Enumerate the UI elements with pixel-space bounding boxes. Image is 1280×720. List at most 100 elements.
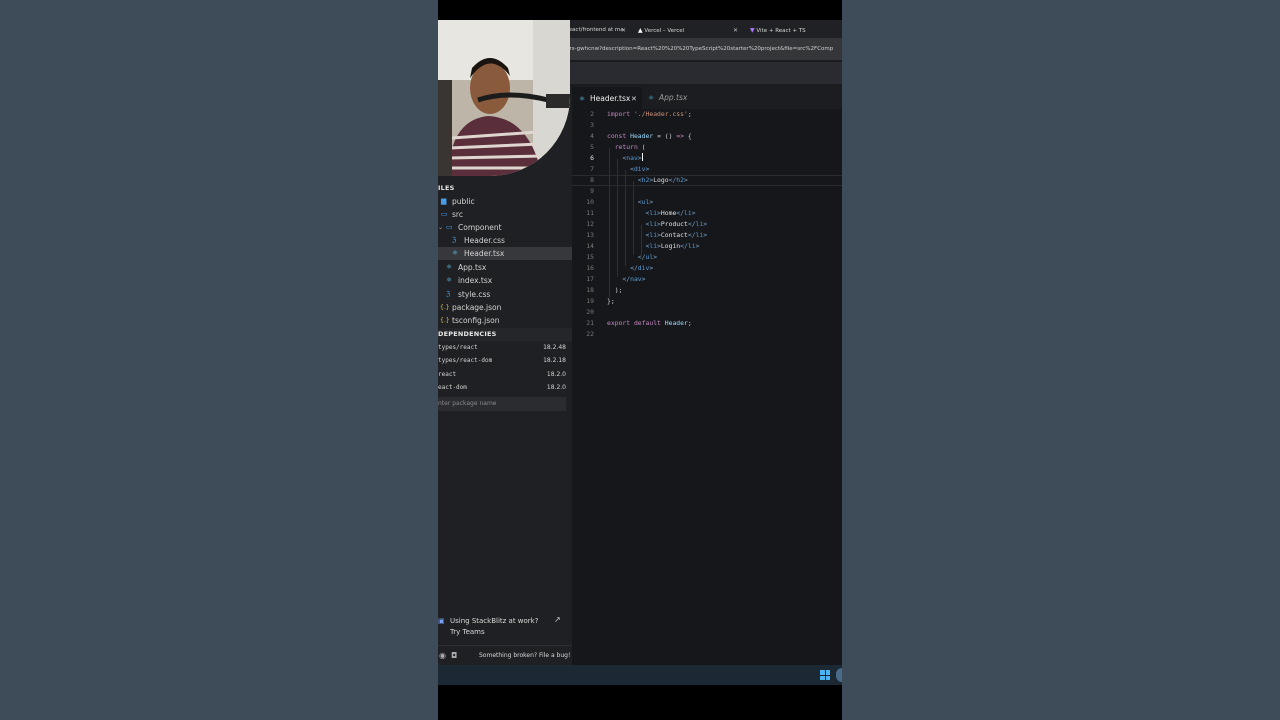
line-number: 10 <box>586 198 594 206</box>
file-explorer-sidebar: ILES ▆ public ▭ src ⌄ ▭ Component ℨ Head… <box>438 20 572 665</box>
json-file-icon: {.} <box>440 304 450 311</box>
windows-start-icon[interactable] <box>820 670 830 680</box>
vite-icon: ▼ <box>750 27 755 34</box>
react-file-icon: ⚛ <box>446 263 453 271</box>
line-number: 3 <box>590 121 594 129</box>
code-line: </ul> <box>637 253 658 261</box>
editor-tab-bar: ⚛ Header.tsx ✕ ⚛ App.tsx <box>572 87 842 110</box>
line-number: 21 <box>586 319 594 327</box>
line-number: 5 <box>590 143 594 151</box>
code-line: <li>Home</li> <box>645 209 696 217</box>
file-item-index-tsx[interactable]: ⚛ index.tsx <box>438 274 572 287</box>
line-number: 11 <box>586 209 594 217</box>
line-number: 8 <box>590 176 594 184</box>
css-file-icon: ℨ <box>452 236 457 244</box>
line-number: 6 <box>590 154 594 162</box>
dependency-version: 18.2.0 <box>546 384 566 391</box>
tab-label: Header.tsx <box>590 94 631 103</box>
line-number: 9 <box>590 187 594 195</box>
dependency-row[interactable]: types/react-dom 18.2.18 <box>438 354 572 367</box>
package-name-input[interactable]: nter package name <box>438 397 566 411</box>
webcam-overlay <box>438 20 570 176</box>
line-number: 12 <box>586 220 594 228</box>
teams-promo[interactable]: ▣ Using StackBlitz at work? Try Teams ↗ <box>438 614 572 640</box>
file-item-package-json[interactable]: {.} package.json <box>438 301 572 314</box>
code-line: ); <box>614 286 623 294</box>
browser-tab-title: Vercel – Vercel <box>644 28 685 34</box>
external-link-icon[interactable]: ↗ <box>554 615 561 624</box>
text-cursor <box>641 153 643 161</box>
file-label: package.json <box>452 303 502 312</box>
code-line: <li>Login</li> <box>645 242 700 250</box>
tab-header-tsx[interactable]: ⚛ Header.tsx ✕ <box>572 87 642 110</box>
code-line: import './Header.css'; <box>607 110 692 118</box>
taskbar-widget-icon[interactable] <box>836 668 842 682</box>
files-section-header[interactable]: ILES <box>438 182 454 195</box>
browser-tab-title: Vite + React + TS <box>756 28 806 34</box>
file-item-header-css[interactable]: ℨ Header.css <box>438 234 572 247</box>
close-icon[interactable]: ✕ <box>733 23 738 38</box>
file-item-app-tsx[interactable]: ⚛ App.tsx <box>438 261 572 274</box>
file-item-tsconfig-json[interactable]: {.} tsconfig.json <box>438 314 572 327</box>
dependency-row[interactable]: react 18.2.0 <box>438 368 572 381</box>
line-number: 16 <box>586 264 594 272</box>
dependencies-section-header[interactable]: DEPENDENCIES <box>438 328 572 341</box>
dependency-name: types/react-dom <box>438 357 493 364</box>
dependency-row[interactable]: eact-dom 18.2.0 <box>438 381 572 394</box>
file-item-header-tsx[interactable]: ⚛ Header.tsx <box>438 247 572 260</box>
github-icon[interactable]: ◉ <box>439 651 446 660</box>
file-item-src[interactable]: ▭ src <box>438 208 572 221</box>
json-file-icon: {.} <box>440 317 450 324</box>
file-item-component[interactable]: ⌄ ▭ Component <box>438 221 572 234</box>
code-line: return ( <box>614 143 646 151</box>
code-line: export default Header; <box>607 319 692 327</box>
dependency-version: 18.2.48 <box>543 344 566 351</box>
code-area[interactable]: 2 import './Header.css'; 3 4 const Heade… <box>572 109 842 665</box>
code-line: <li>Product</li> <box>645 220 708 228</box>
react-file-icon: ⚛ <box>648 94 655 102</box>
url-text: ters-gwhcnw?description=React%20%20%20Ty… <box>564 46 834 52</box>
react-file-icon: ⚛ <box>579 95 586 103</box>
line-number: 2 <box>590 110 594 118</box>
react-file-icon: ⚛ <box>452 249 459 257</box>
file-label: Header.css <box>464 236 505 245</box>
dependency-row[interactable]: types/react 18.2.48 <box>438 341 572 354</box>
close-icon[interactable]: ✕ <box>631 88 637 110</box>
dependency-name: react <box>438 371 457 378</box>
discord-icon[interactable]: ◘ <box>451 651 457 660</box>
close-icon[interactable]: ✕ <box>621 23 626 38</box>
line-number: 15 <box>586 253 594 261</box>
file-label: style.css <box>458 290 491 299</box>
react-file-icon: ⚛ <box>446 276 453 284</box>
css-file-icon: ℨ <box>446 290 451 298</box>
stackblitz-logo-icon: ▣ <box>438 617 445 625</box>
file-item-style-css[interactable]: ℨ style.css <box>438 288 572 301</box>
line-number: 22 <box>586 330 594 338</box>
package-input-placeholder: nter package name <box>438 400 497 407</box>
vercel-triangle-icon: ▲ <box>638 27 643 34</box>
folder-open-icon: ▭ <box>441 210 448 218</box>
tab-app-tsx[interactable]: ⚛ App.tsx <box>644 87 706 109</box>
tab-label: App.tsx <box>659 93 688 102</box>
dependency-version: 18.2.0 <box>546 371 566 378</box>
file-bug-link[interactable]: Something broken? File a bug! <box>479 652 570 659</box>
line-number: 18 <box>586 286 594 294</box>
browser-tab[interactable]: ▼ Vite + React + TS <box>750 23 840 38</box>
file-item-public[interactable]: ▆ public <box>438 195 572 208</box>
line-number: 13 <box>586 231 594 239</box>
os-taskbar <box>438 665 842 685</box>
toolbar-area <box>566 62 842 84</box>
promo-text: Using StackBlitz at work? Try Teams <box>450 617 539 636</box>
folder-icon: ▆ <box>441 197 447 205</box>
file-label: Component <box>458 223 502 232</box>
video-frame: rce-react/frontend at ma ✕ ▲ Vercel – Ve… <box>438 0 842 720</box>
browser-tab[interactable]: ▲ Vercel – Vercel ✕ <box>638 23 740 38</box>
code-line: <h2>Logo</h2> <box>637 176 688 184</box>
code-line: <li>Contact</li> <box>645 231 708 239</box>
dependency-version: 18.2.18 <box>543 357 566 364</box>
code-line: const Header = () => { <box>607 132 692 140</box>
code-line: }; <box>607 297 615 305</box>
chevron-down-icon: ⌄ <box>438 224 444 231</box>
line-number: 7 <box>590 165 594 173</box>
line-number: 20 <box>586 308 594 316</box>
